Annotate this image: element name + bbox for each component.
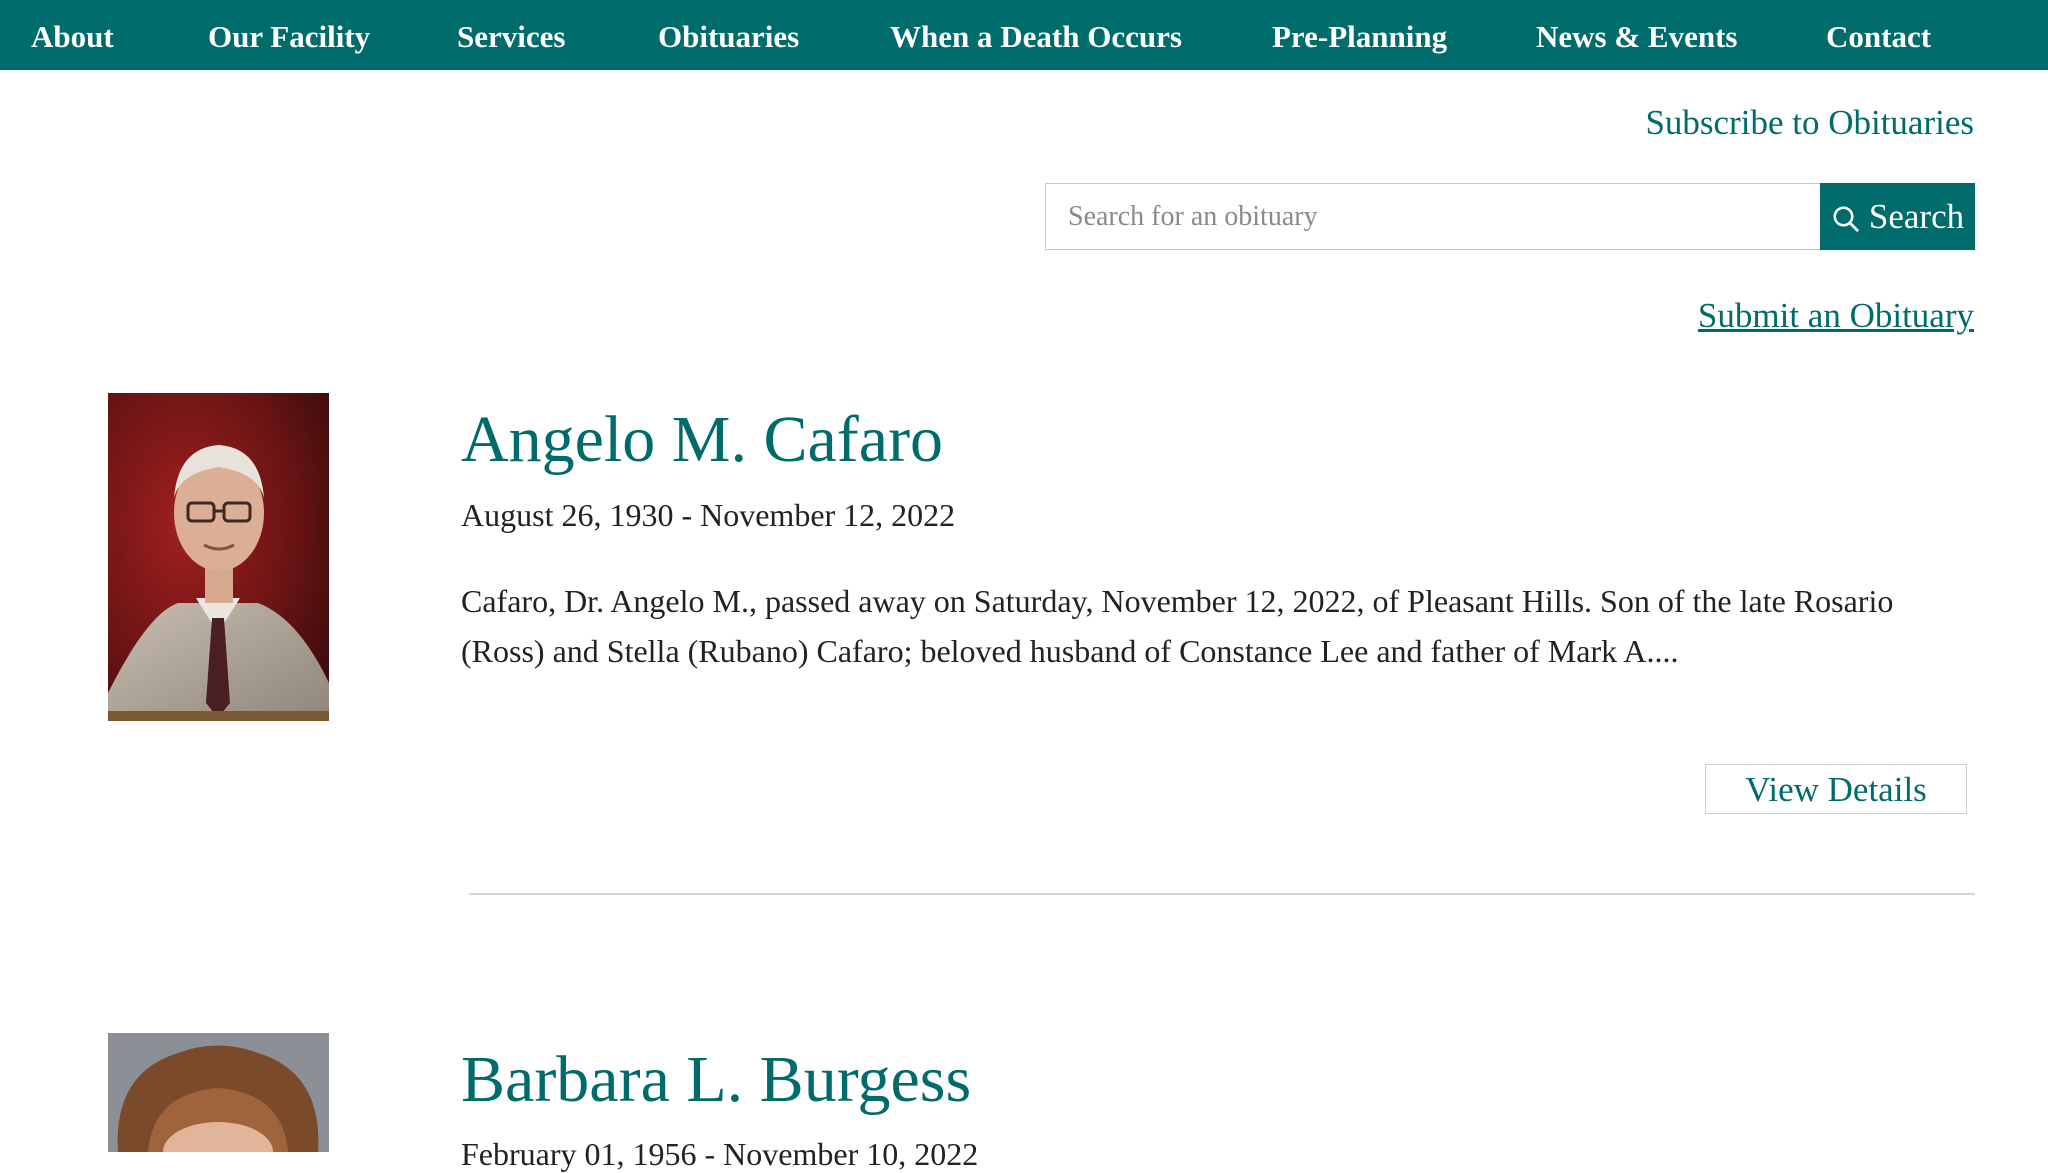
obituary-dates: August 26, 1930 - November 12, 2022: [461, 497, 956, 533]
portrait-photo-angelo: [108, 393, 329, 721]
submit-obituary-link[interactable]: Submit an Obituary: [1698, 296, 1974, 336]
obituary-divider: [469, 893, 1975, 895]
obituary-name[interactable]: Barbara L. Burgess: [461, 1042, 971, 1118]
nav-item-obituaries[interactable]: Obituaries: [658, 0, 799, 70]
search-button-label: Search: [1868, 196, 1965, 236]
nav-item-contact[interactable]: Contact: [1826, 0, 1931, 70]
obituary-dates: February 01, 1956 - November 10, 2022: [461, 1136, 979, 1172]
subscribe-to-obituaries-link[interactable]: Subscribe to Obituaries: [1645, 103, 1974, 143]
search-button[interactable]: Search: [1820, 183, 1975, 250]
search-icon: [1833, 206, 1859, 232]
nav-item-news-events[interactable]: News & Events: [1536, 0, 1738, 70]
obituary-name[interactable]: Angelo M. Cafaro: [461, 402, 943, 478]
nav-item-pre-planning[interactable]: Pre-Planning: [1272, 0, 1447, 70]
nav-item-services[interactable]: Services: [457, 0, 565, 70]
search-input[interactable]: [1045, 183, 1820, 250]
view-details-button[interactable]: View Details: [1705, 764, 1967, 814]
nav-item-about[interactable]: About: [31, 0, 114, 70]
obituary-excerpt: Cafaro, Dr. Angelo M., passed away on Sa…: [461, 583, 1894, 669]
obituary-photo[interactable]: [108, 1033, 329, 1152]
obituary-photo[interactable]: [108, 393, 329, 721]
obituary-search: Search: [1045, 183, 1975, 250]
main-nav: About Our Facility Services Obituaries W…: [0, 0, 2048, 70]
nav-item-when-a-death-occurs[interactable]: When a Death Occurs: [890, 0, 1182, 70]
nav-item-our-facility[interactable]: Our Facility: [208, 0, 370, 70]
portrait-photo-barbara: [108, 1033, 329, 1152]
